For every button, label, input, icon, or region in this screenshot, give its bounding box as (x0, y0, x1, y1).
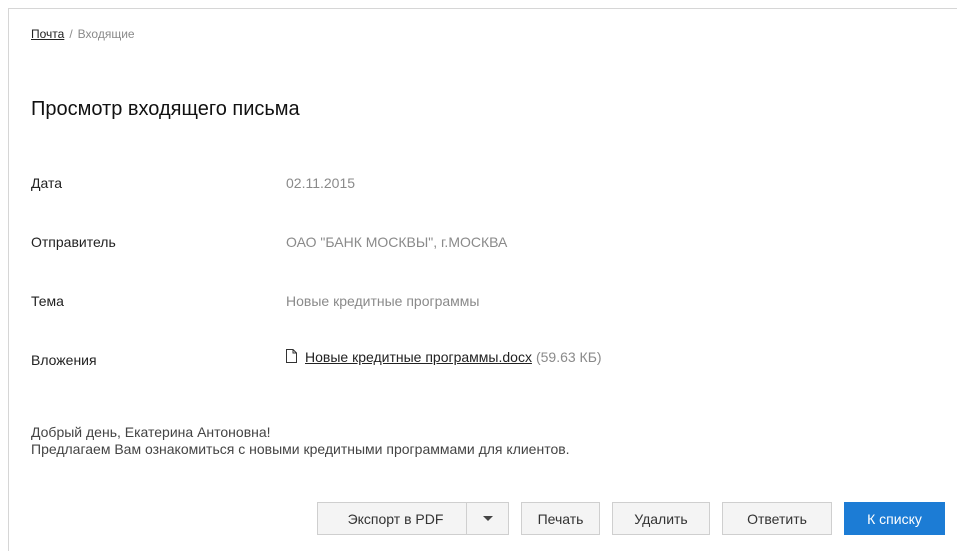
attachment-link[interactable]: Новые кредитные программы.docx (305, 349, 532, 365)
print-button[interactable]: Печать (521, 502, 600, 535)
attachment-size: (59.63 КБ) (535, 349, 602, 365)
breadcrumb-current: Входящие (77, 27, 135, 41)
export-dropdown-button[interactable] (467, 502, 509, 535)
caret-down-icon (482, 516, 493, 521)
attachments-label: Вложения (31, 352, 97, 368)
file-icon (286, 349, 297, 363)
export-split-button: Экспорт в PDF (317, 502, 509, 535)
breadcrumb-link-mail[interactable]: Почта (31, 27, 64, 41)
date-value: 02.11.2015 (286, 175, 356, 191)
reply-button[interactable]: Ответить (722, 502, 832, 535)
sender-label: Отправитель (31, 234, 116, 250)
delete-button[interactable]: Удалить (612, 502, 710, 535)
sender-value: ОАО "БАНК МОСКВЫ", г.МОСКВА (286, 234, 508, 250)
breadcrumb: Почта / Входящие (31, 27, 135, 41)
message-text: Предлагаем Вам ознакомиться с новыми кре… (31, 441, 570, 457)
subject-label: Тема (31, 293, 64, 309)
date-label: Дата (31, 175, 63, 191)
breadcrumb-separator: / (69, 27, 73, 41)
message-body: Добрый день, Екатерина Антоновна! Предла… (31, 424, 570, 458)
message-greeting: Добрый день, Екатерина Антоновна! (31, 424, 271, 440)
export-pdf-button[interactable]: Экспорт в PDF (317, 502, 467, 535)
page-title: Просмотр входящего письма (31, 98, 300, 120)
subject-value: Новые кредитные программы (286, 293, 480, 309)
action-bar: Экспорт в PDF Печать Удалить Ответить К … (317, 502, 945, 535)
attachment-item: Новые кредитные программы.docx (59.63 КБ… (286, 349, 602, 365)
back-to-list-button[interactable]: К списку (844, 502, 945, 535)
content-panel (8, 8, 957, 551)
